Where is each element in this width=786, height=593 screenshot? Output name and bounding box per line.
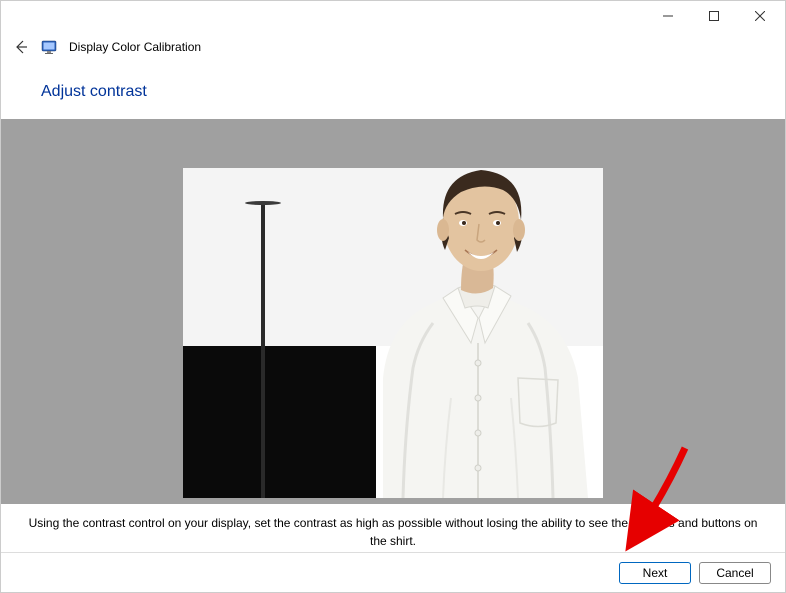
- button-bar: Next Cancel: [1, 552, 785, 592]
- close-button[interactable]: [737, 1, 783, 31]
- app-title: Display Color Calibration: [69, 40, 201, 54]
- page-heading: Adjust contrast: [1, 63, 785, 119]
- instruction-text: Using the contrast control on your displ…: [1, 504, 785, 550]
- display-calibration-icon: [41, 39, 57, 55]
- person-illustration: [343, 168, 603, 498]
- reference-image-area: [1, 119, 785, 504]
- contrast-reference-image: [183, 168, 603, 498]
- titlebar: [1, 1, 785, 31]
- minimize-button[interactable]: [645, 1, 691, 31]
- next-button[interactable]: Next: [619, 562, 691, 584]
- back-button[interactable]: [13, 39, 29, 55]
- cancel-button[interactable]: Cancel: [699, 562, 771, 584]
- header-row: Display Color Calibration: [1, 31, 785, 63]
- maximize-button[interactable]: [691, 1, 737, 31]
